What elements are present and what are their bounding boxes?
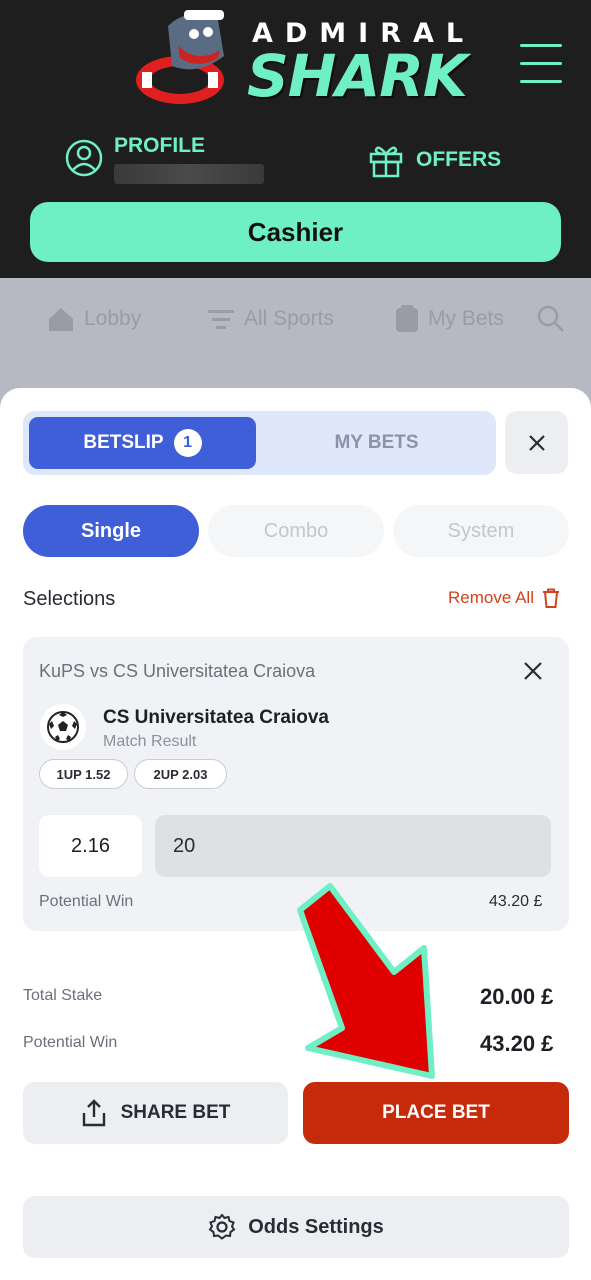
tab-my-bets[interactable]: MY BETS — [263, 417, 490, 469]
betslip-sheet: BETSLIP 1 MY BETS Single Combo System Se… — [0, 388, 591, 1280]
shark-mascot-logo — [136, 10, 224, 104]
offers-button[interactable]: OFFERS — [366, 140, 501, 180]
potential-win-label: Potential Win — [39, 893, 134, 910]
blurred-username — [114, 164, 264, 184]
sports-nav: Lobby All Sports My Bets — [0, 292, 591, 346]
tab-betslip[interactable]: BETSLIP 1 — [29, 417, 256, 469]
nav-label: Lobby — [84, 307, 142, 330]
nav-item-my-bets[interactable]: My Bets — [394, 304, 504, 334]
soccer-ball-icon — [40, 704, 86, 750]
total-potential-win-label: Potential Win — [23, 1034, 118, 1051]
gift-icon — [369, 146, 403, 178]
app-header: ADMIRAL SHARK PROFILE OFFERS Cashier — [0, 0, 591, 278]
mode-single[interactable]: Single — [23, 505, 199, 557]
selections-title: Selections — [23, 588, 116, 610]
mode-system[interactable]: System — [393, 505, 569, 557]
odds-value: 2.16 — [39, 815, 142, 877]
filter-icon — [208, 310, 234, 329]
total-stake-label: Total Stake — [23, 987, 103, 1004]
logo-text-shark: SHARK — [247, 42, 468, 110]
trash-icon — [542, 588, 559, 608]
profile-button[interactable]: PROFILE — [64, 134, 264, 188]
selection-card: KuPS vs CS Universitatea Craiova CS Univ… — [23, 637, 569, 931]
stake-input[interactable] — [155, 815, 551, 877]
odds-settings-label: Odds Settings — [248, 1215, 384, 1238]
bet-type-selector: Single Combo System — [23, 505, 569, 557]
nav-item-lobby[interactable]: Lobby — [46, 305, 141, 333]
remove-all-button[interactable]: Remove All — [448, 588, 560, 608]
search-icon[interactable] — [536, 304, 566, 334]
total-potential-win-value: 43.20 £ — [480, 1031, 554, 1056]
potential-win-value: 43.20 £ — [489, 893, 543, 910]
menu-icon[interactable] — [520, 44, 562, 86]
close-icon — [528, 434, 545, 451]
share-bet-button[interactable]: SHARE BET — [23, 1082, 288, 1144]
odds-chip-1up[interactable]: 1UP 1.52 — [39, 759, 128, 789]
tab-betslip-label: BETSLIP — [83, 432, 164, 453]
remove-all-label: Remove All — [448, 588, 534, 607]
cashier-button[interactable]: Cashier — [30, 202, 561, 262]
total-stake-value: 20.00 £ — [480, 984, 554, 1009]
betslip-tabs: BETSLIP 1 MY BETS — [23, 411, 496, 475]
match-title: KuPS vs CS Universitatea Craiova — [39, 661, 316, 681]
nav-label: All Sports — [244, 307, 334, 330]
home-icon — [49, 308, 73, 331]
odds-settings-button[interactable]: Odds Settings — [23, 1196, 569, 1258]
place-bet-button[interactable]: PLACE BET — [303, 1082, 569, 1144]
close-betslip-button[interactable] — [505, 411, 568, 474]
offers-label: OFFERS — [416, 148, 502, 171]
odds-chip-2up[interactable]: 2UP 2.03 — [134, 759, 227, 789]
market-name: Match Result — [103, 733, 197, 750]
mode-combo[interactable]: Combo — [208, 505, 384, 557]
gear-icon — [208, 1213, 236, 1240]
user-icon — [65, 139, 103, 177]
selection-count-badge: 1 — [173, 429, 202, 457]
clipboard-icon — [396, 305, 418, 332]
share-icon — [82, 1099, 105, 1127]
nav-label: My Bets — [428, 307, 504, 330]
share-bet-label: SHARE BET — [120, 1102, 231, 1123]
selection-name: CS Universitatea Craiova — [103, 707, 329, 728]
remove-selection-icon[interactable] — [521, 659, 545, 683]
profile-label: PROFILE — [114, 134, 206, 157]
nav-item-all-sports[interactable]: All Sports — [206, 307, 334, 331]
